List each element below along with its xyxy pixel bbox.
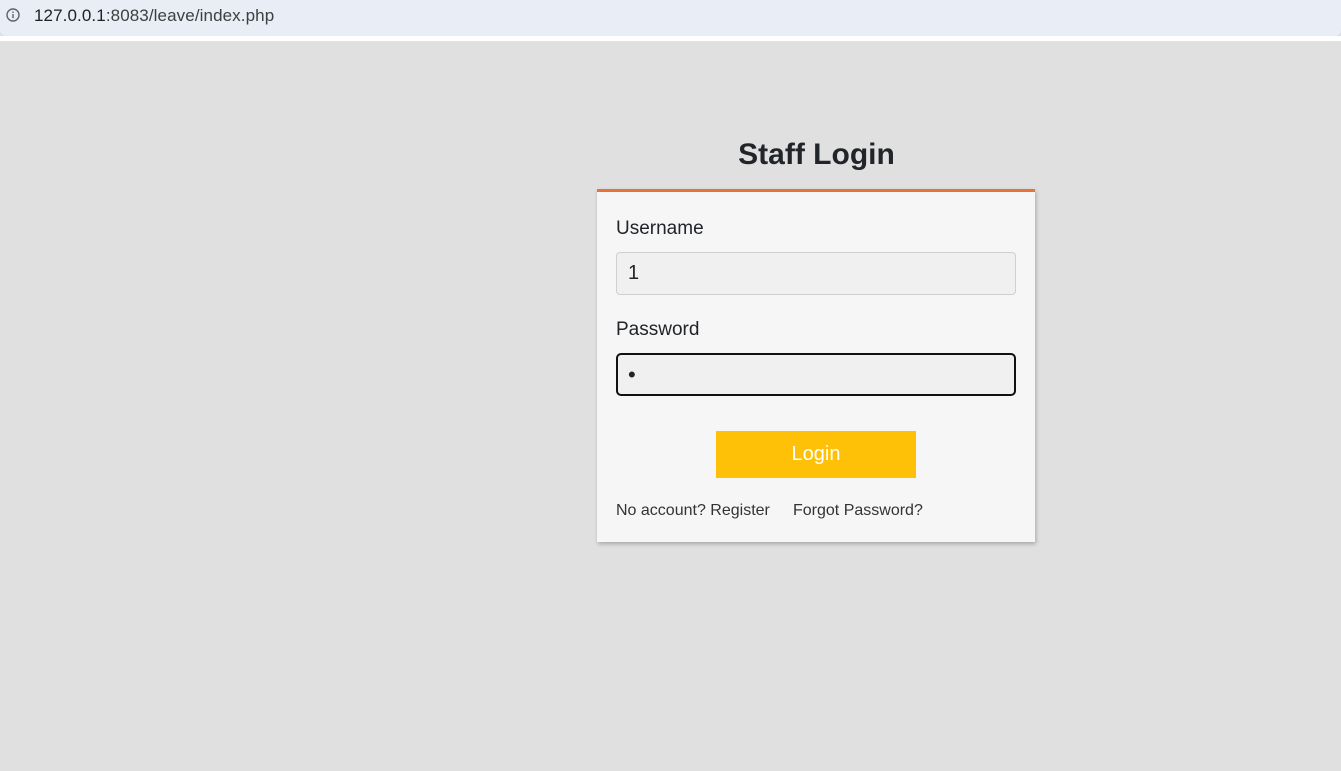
info-circle-icon[interactable] xyxy=(6,8,20,22)
register-link[interactable]: No account? Register xyxy=(616,502,770,520)
url-host: 127.0.0.1 xyxy=(34,6,106,25)
username-input[interactable] xyxy=(616,252,1016,295)
login-button[interactable]: Login xyxy=(716,431,916,478)
browser-address-bar: 127.0.0.1:8083/leave/index.php xyxy=(0,0,1341,36)
url-path: :8083/leave/index.php xyxy=(105,6,275,25)
page-body: Staff Login Username Password Login No a… xyxy=(0,41,1341,771)
password-label: Password xyxy=(616,319,700,340)
password-input[interactable] xyxy=(616,353,1016,396)
username-label: Username xyxy=(616,218,704,239)
forgot-password-link[interactable]: Forgot Password? xyxy=(793,502,923,520)
login-card: Username Password Login No account? Regi… xyxy=(597,189,1035,542)
page-title: Staff Login xyxy=(738,138,895,171)
url-text[interactable]: 127.0.0.1:8083/leave/index.php xyxy=(34,6,274,26)
